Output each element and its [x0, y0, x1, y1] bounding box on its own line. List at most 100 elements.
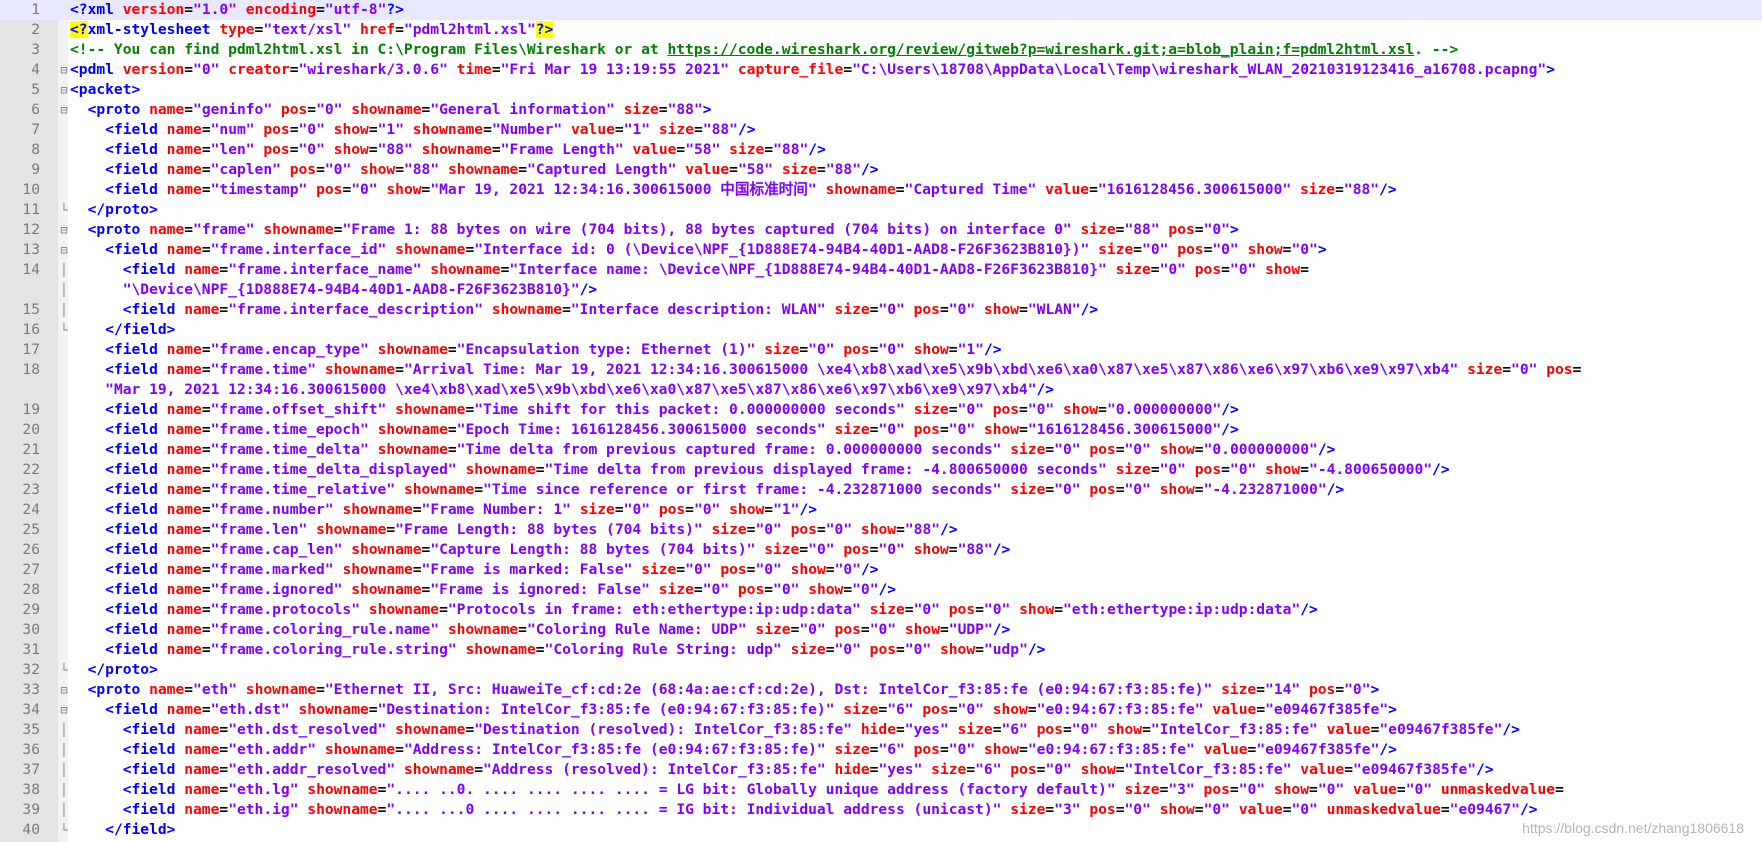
code-line[interactable]: 1 <?xml version="1.0" encoding="utf-8"?> [0, 0, 1762, 20]
code-line[interactable]: 13 ⊟ <field name="frame.interface_id" sho… [0, 240, 1762, 260]
code-line[interactable]: 24 <field name="frame.number" showname="… [0, 500, 1762, 520]
line-code: <?xml version="1.0" encoding="utf-8"?> [70, 0, 404, 20]
code-editor[interactable]: 1 <?xml version="1.0" encoding="utf-8"?> 2… [0, 0, 1762, 842]
token-attr: show [1159, 801, 1195, 818]
token-str: "6" [887, 701, 914, 718]
token-attr: showname [447, 161, 519, 178]
token-attr: showname [421, 141, 492, 158]
token-txt: = [562, 301, 571, 318]
fold-toggle-icon[interactable]: ⊟ [58, 700, 70, 720]
code-line[interactable]: 35 │ <field name="eth.dst_resolved" shown… [0, 720, 1762, 740]
code-line[interactable]: │ "\Device\NPF_{1D888E74-94B4-40D1-AAD8-… [0, 280, 1762, 300]
line-code: <packet> [70, 80, 140, 100]
code-line[interactable]: 39 │ <field name="eth.ig" showname=".... … [0, 800, 1762, 820]
code-line[interactable]: 14 │ <field name="frame.interface_name" s… [0, 260, 1762, 280]
token-attr: pos [720, 561, 747, 578]
token-tag: > [1229, 221, 1239, 238]
code-line[interactable]: 29 <field name="frame.protocols" shownam… [0, 600, 1762, 620]
fold-toggle-icon[interactable]: ⊟ [58, 100, 70, 120]
code-line[interactable]: 17 <field name="frame.encap_type" showna… [0, 340, 1762, 360]
code-line[interactable]: 8 <field name="len" pos="0" show="88" sh… [0, 140, 1762, 160]
code-line[interactable]: 12 ⊟ <proto name="frame" showname="Frame … [0, 220, 1762, 240]
code-line[interactable]: 37 │ <field name="eth.addr_resolved" show… [0, 760, 1762, 780]
token-txt: = [219, 721, 229, 738]
code-line[interactable]: 16 └ </field> [0, 320, 1762, 340]
fold-toggle-icon[interactable]: ⊟ [58, 80, 70, 100]
code-line[interactable]: 4 ⊟ <pdml version="0" creator="wireshark/3… [0, 60, 1762, 80]
fold-toggle-icon[interactable]: ⊟ [58, 60, 70, 80]
token-attr: show [729, 501, 765, 518]
code-line[interactable]: 34 ⊟ <field name="eth.dst" showname="Dest… [0, 700, 1762, 720]
code-line[interactable]: 11 └ </proto> [0, 200, 1762, 220]
code-line[interactable]: 36 │ <field name="eth.addr" showname="Add… [0, 740, 1762, 760]
token-attr: pos [737, 581, 765, 598]
code-line[interactable]: 19 <field name="frame.offset_shift" show… [0, 400, 1762, 420]
code-line[interactable]: 15 │ <field name="frame.interface_descrip… [0, 300, 1762, 320]
token-attr: pos [1194, 461, 1222, 478]
code-line[interactable]: 33 ⊟ <proto name="eth" showname="Ethernet… [0, 680, 1762, 700]
fold-toggle-icon[interactable]: ⊟ [58, 220, 70, 240]
token-txt: = [201, 161, 211, 178]
fold-guide-icon [58, 180, 70, 200]
code-line[interactable]: 18 <field name="frame.time" showname="Ar… [0, 360, 1762, 380]
code-line[interactable]: 30 <field name="frame.coloring_rule.name… [0, 620, 1762, 640]
token-txt: = [896, 721, 905, 738]
code-line[interactable]: 31 <field name="frame.coloring_rule.stri… [0, 640, 1762, 660]
code-line[interactable]: 3 <!-- You can find pdml2html.xsl in C:\P… [0, 40, 1762, 60]
token-str: "0" [878, 301, 905, 318]
token-str: "Coloring Rule Name: UDP" [526, 621, 747, 638]
token-attr: name [166, 401, 202, 418]
code-line[interactable]: 20 <field name="frame.time_epoch" showna… [0, 420, 1762, 440]
token-attr: value [1326, 721, 1371, 738]
code-line[interactable]: 2 <?xml-stylesheet type="text/xsl" href="… [0, 20, 1762, 40]
code-line[interactable]: 28 <field name="frame.ignored" showname=… [0, 580, 1762, 600]
token-str: "0" [948, 741, 976, 758]
fold-toggle-icon[interactable]: ⊟ [58, 240, 70, 260]
code-line[interactable]: 21 <field name="frame.time_delta" showna… [0, 440, 1762, 460]
token-str: "Destination (resolved): IntelCor_f3:85:… [474, 721, 853, 738]
token-txt: = [1440, 801, 1450, 818]
code-line[interactable]: 6 ⊟ <proto name="geninfo" pos="0" shownam… [0, 100, 1762, 120]
code-line[interactable]: 26 <field name="frame.cap_len" showname=… [0, 540, 1762, 560]
token-attr: showname [465, 461, 536, 478]
code-line[interactable]: 38 │ <field name="eth.lg" showname=".... … [0, 780, 1762, 800]
token-str: "0" [1027, 401, 1055, 418]
code-line[interactable]: 22 <field name="frame.time_delta_display… [0, 460, 1762, 480]
token-txt: = [184, 681, 194, 698]
line-number: 2 [31, 21, 40, 38]
code-line[interactable]: 10 <field name="timestamp" pos="0" show=… [0, 180, 1762, 200]
code-line[interactable]: 32 └ </proto> [0, 660, 1762, 680]
code-line[interactable]: 25 <field name="frame.len" showname="Fra… [0, 520, 1762, 540]
token-tag: /> [1379, 741, 1397, 758]
token-link[interactable]: https://code.wireshark.org/review/gitweb… [667, 41, 1414, 58]
code-line[interactable]: 9 <field name="caplen" pos="0" show="88"… [0, 160, 1762, 180]
fold-toggle-icon[interactable]: ⊟ [58, 680, 70, 700]
code-line[interactable]: 27 <field name="frame.marked" showname="… [0, 560, 1762, 580]
code-line[interactable]: 7 <field name="num" pos="0" show="1" sho… [0, 120, 1762, 140]
token-txt: = [535, 461, 545, 478]
code-line[interactable]: 23 <field name="frame.time_relative" sho… [0, 480, 1762, 500]
token-str: "1.0" [193, 1, 237, 18]
code-line[interactable]: 5 ⊟ <packet> [0, 80, 1762, 100]
code-area[interactable]: 1 <?xml version="1.0" encoding="utf-8"?> 2… [0, 0, 1762, 840]
code-line[interactable]: 40 └ </field> [0, 820, 1762, 840]
token-str: "eth.dst_resolved" [228, 721, 387, 738]
token-attr: size [623, 101, 659, 118]
token-tag: > [1388, 701, 1397, 718]
token-txt: = [764, 141, 774, 158]
code-line[interactable]: "Mar 19, 2021 12:34:16.300615000 \xe4\xb… [0, 380, 1762, 400]
token-str: "0" [1142, 241, 1169, 258]
token-attr: showname [403, 761, 475, 778]
